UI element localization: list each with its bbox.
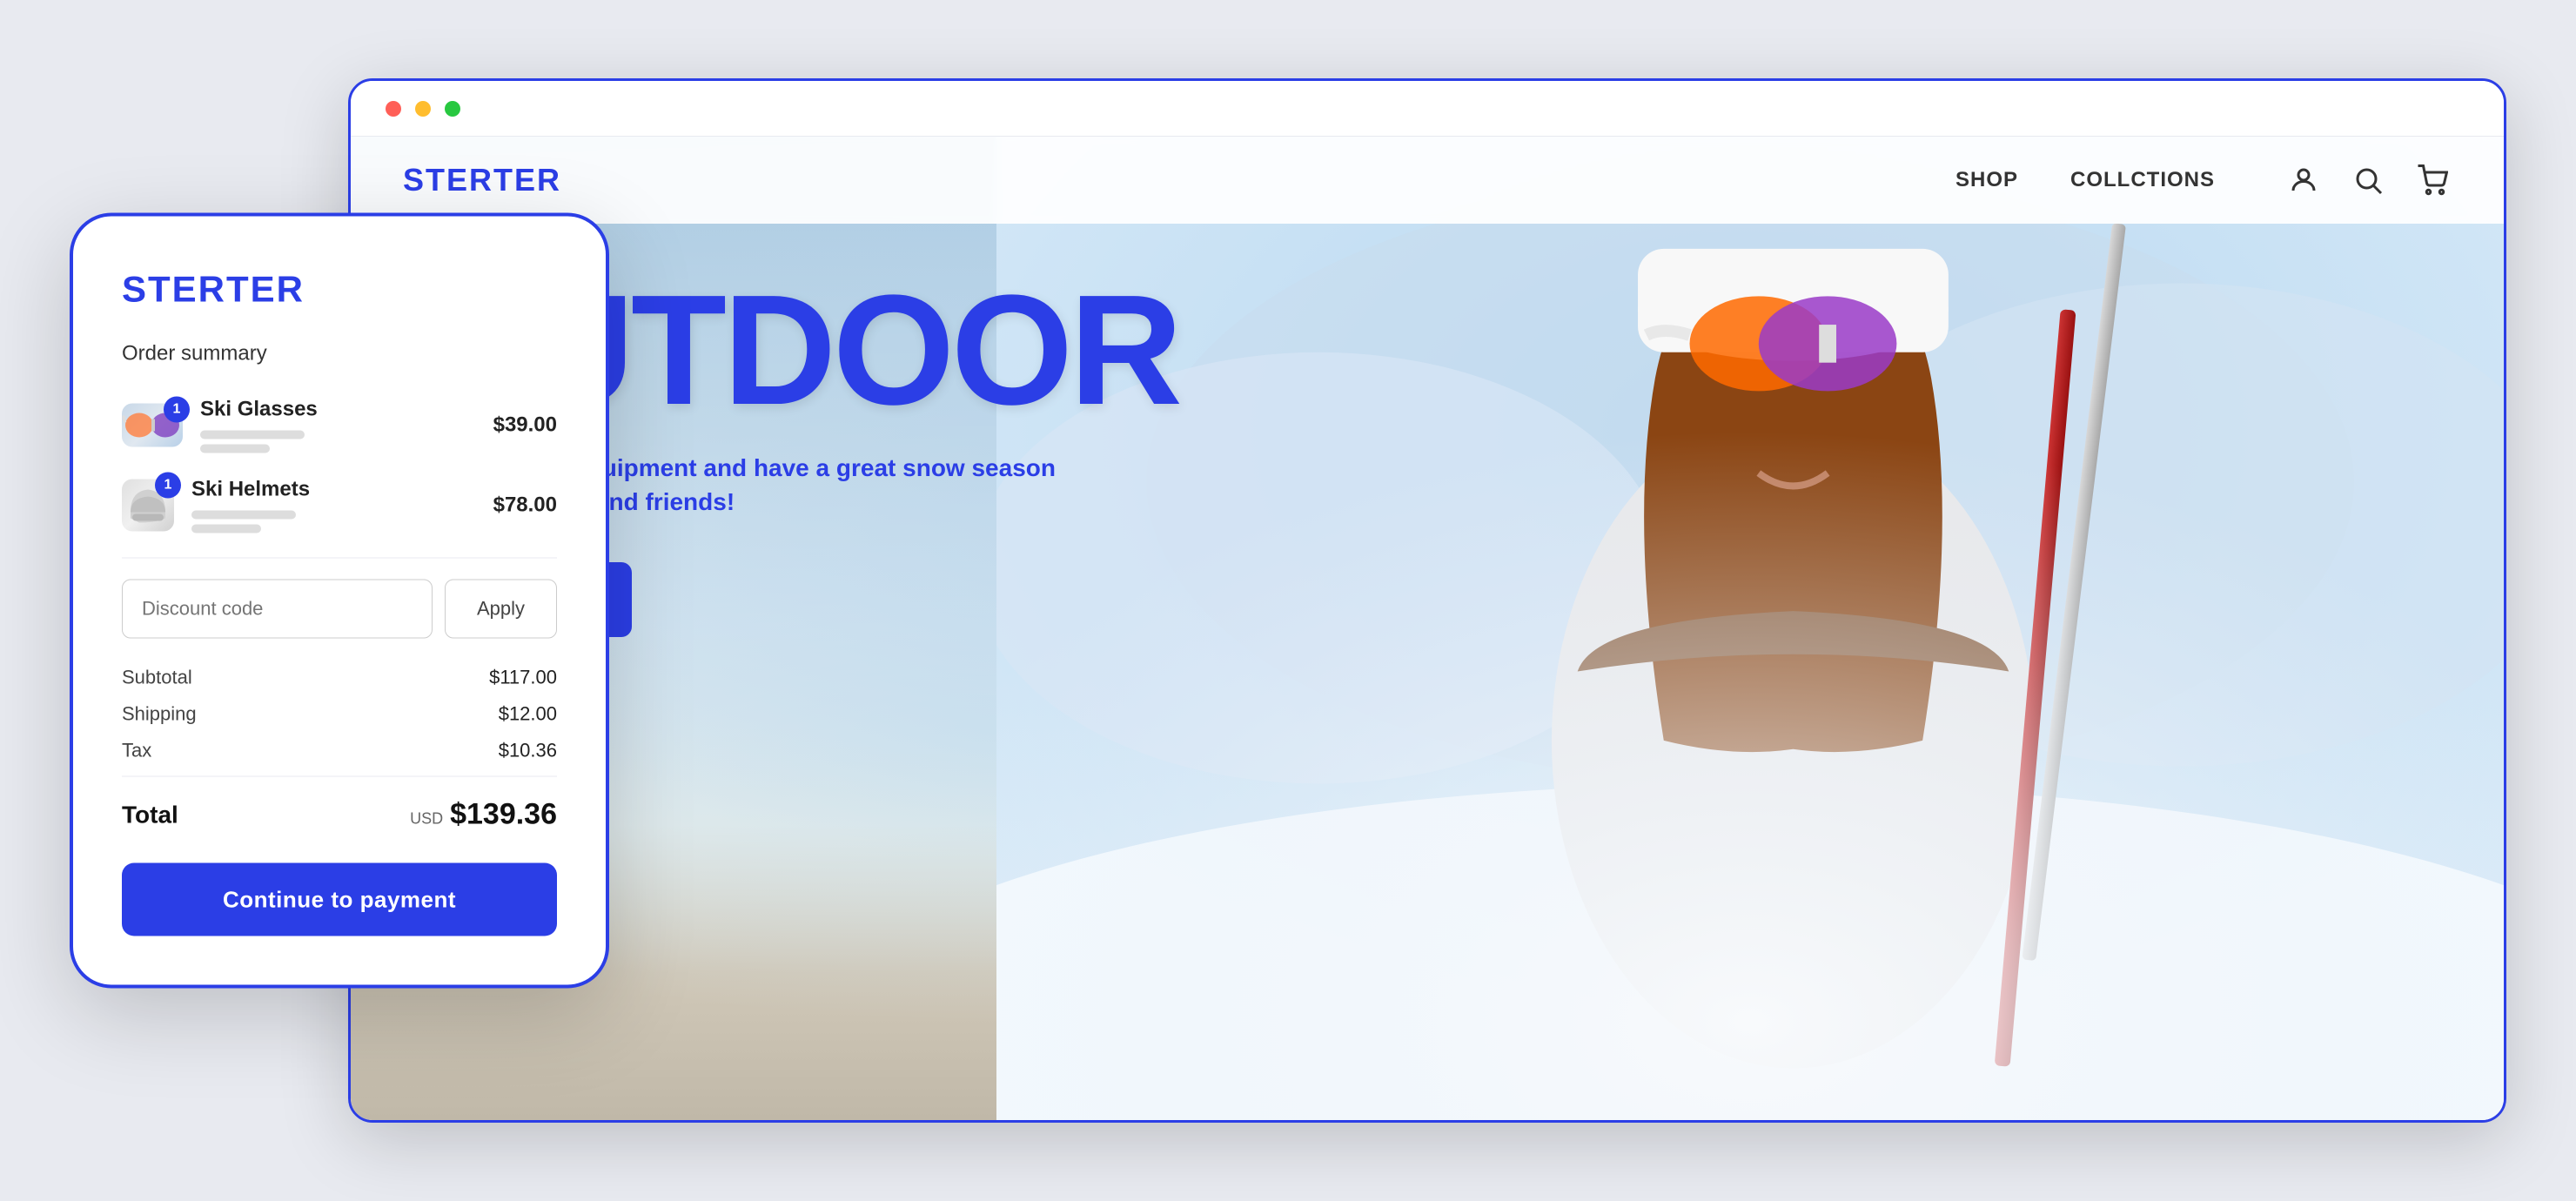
qty-badge-glasses: 1 — [164, 397, 190, 423]
meta-line-4 — [191, 525, 261, 533]
nav-link-shop[interactable]: SHOP — [1955, 168, 2018, 192]
total-row: Total USD $139.36 — [122, 798, 557, 832]
discount-code-input[interactable] — [122, 580, 433, 639]
subtotal-row: Subtotal $117.00 — [122, 667, 557, 689]
nav-logo: STERTER — [403, 162, 1955, 198]
divider-total — [122, 776, 557, 777]
mobile-card: STERTER Order summary 1 Ski Glasses — [70, 213, 609, 989]
hero-image — [996, 137, 2504, 1120]
browser-window: STERTER SHOP COLLCTIONS — [348, 78, 2506, 1123]
total-label: Total — [122, 801, 178, 829]
card-logo: STERTER — [122, 269, 557, 311]
subtotal-value: $117.00 — [489, 667, 557, 689]
nav-link-collections[interactable]: COLLCTIONS — [2070, 168, 2215, 192]
tax-label: Tax — [122, 740, 151, 762]
product-info-glasses: Ski Glasses — [200, 398, 476, 453]
apply-discount-button[interactable]: Apply — [445, 580, 557, 639]
browser-dot-yellow — [415, 101, 431, 117]
cart-icon[interactable] — [2413, 161, 2452, 199]
nav-links: SHOP COLLCTIONS — [1955, 168, 2215, 192]
meta-line-1 — [200, 431, 305, 439]
discount-row: Apply — [122, 580, 557, 639]
shipping-value: $12.00 — [499, 703, 557, 726]
website: STERTER SHOP COLLCTIONS — [351, 137, 2504, 1120]
product-thumb-helmets-wrap: 1 — [122, 480, 174, 532]
product-thumb-glasses-wrap: 1 — [122, 404, 183, 447]
totals-section: Subtotal $117.00 Shipping $12.00 Tax $10… — [122, 667, 557, 832]
tax-value: $10.36 — [499, 740, 557, 762]
subtotal-label: Subtotal — [122, 667, 192, 689]
product-name-glasses: Ski Glasses — [200, 398, 476, 422]
browser-dot-red — [386, 101, 401, 117]
product-price-helmets: $78.00 — [493, 493, 557, 518]
user-icon[interactable] — [2284, 161, 2323, 199]
continue-to-payment-button[interactable]: Continue to payment — [122, 863, 557, 936]
qty-badge-helmets: 1 — [155, 473, 181, 499]
product-info-helmets: Ski Helmets — [191, 478, 476, 533]
product-row-helmets: 1 Ski Helmets $78.00 — [122, 478, 557, 533]
shipping-label: Shipping — [122, 703, 197, 726]
product-row-glasses: 1 Ski Glasses $39.00 — [122, 398, 557, 453]
total-amount: $139.36 — [450, 798, 557, 832]
product-price-glasses: $39.00 — [493, 413, 557, 438]
shipping-row: Shipping $12.00 — [122, 703, 557, 726]
nav-icons — [2284, 161, 2452, 199]
total-currency: USD — [410, 810, 443, 829]
product-name-helmets: Ski Helmets — [191, 478, 476, 502]
browser-dot-green — [445, 101, 460, 117]
meta-line-2 — [200, 445, 270, 453]
order-summary-label: Order summary — [122, 342, 557, 366]
search-icon[interactable] — [2349, 161, 2387, 199]
total-value-wrap: USD $139.36 — [410, 798, 557, 832]
meta-line-3 — [191, 511, 296, 520]
divider-top — [122, 558, 557, 559]
product-meta-helmets — [191, 511, 476, 533]
browser-bar — [351, 81, 2504, 137]
product-meta-glasses — [200, 431, 476, 453]
navbar: STERTER SHOP COLLCTIONS — [351, 137, 2504, 224]
tax-row: Tax $10.36 — [122, 740, 557, 762]
